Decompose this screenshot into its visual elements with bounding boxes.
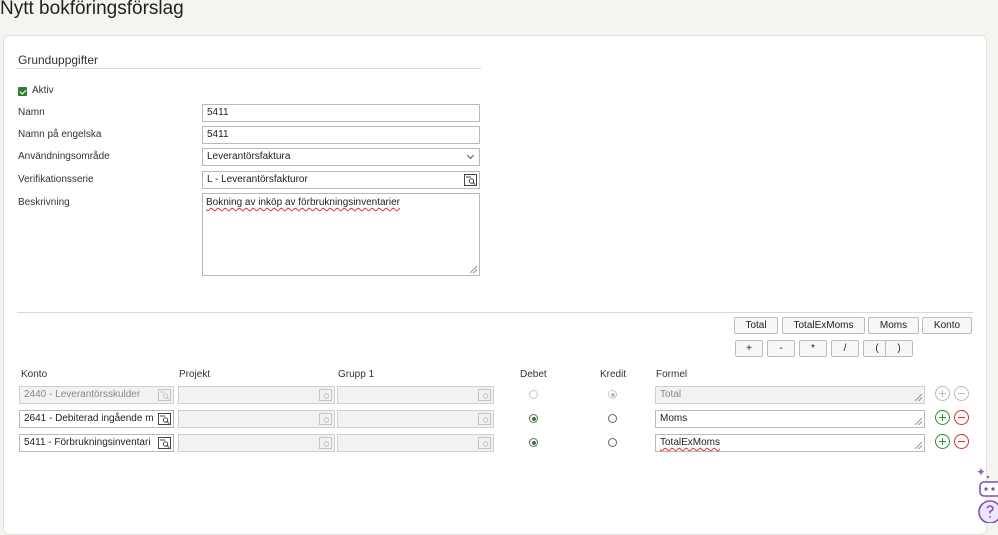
lookup-icon	[478, 413, 491, 425]
active-label: Aktiv	[32, 85, 54, 96]
formula-total-button[interactable]: Total	[734, 317, 778, 334]
row-2-grupp-field	[337, 410, 494, 428]
resize-handle-icon	[915, 394, 922, 401]
lookup-icon	[158, 389, 171, 401]
series-value: L - Leverantörsfakturor	[207, 174, 308, 185]
row-3-kredit-radio[interactable]	[608, 438, 617, 447]
row-3-debet-radio[interactable]	[529, 438, 538, 447]
row-3-remove-icon[interactable]	[954, 434, 969, 449]
lookup-icon	[478, 437, 491, 449]
row-2-remove-icon[interactable]	[954, 410, 969, 425]
column-header-konto: Konto	[21, 369, 48, 380]
lookup-icon	[319, 389, 332, 401]
row-1-remove-icon	[954, 386, 969, 401]
row-2-add-icon[interactable]	[935, 410, 950, 425]
booking-proposal-panel: Grunduppgifter Aktiv Namn 5411 Namn på e…	[3, 35, 987, 535]
section-title: Grunduppgifter	[18, 53, 99, 67]
formula-totalexmoms-button[interactable]: TotalExMoms	[782, 317, 865, 334]
row-1-projekt-field	[178, 386, 335, 404]
usage-label: Användningsområde	[18, 151, 110, 162]
row-2-formel-value: Moms	[660, 413, 688, 424]
formula-konto-button[interactable]: Konto	[922, 317, 972, 334]
chevron-down-icon	[466, 151, 475, 160]
row-1-konto-field: 2440 - Leverantörsskulder	[19, 386, 174, 404]
row-1-formel-value: Total	[660, 389, 682, 400]
series-lookup-field[interactable]: L - Leverantörsfakturor	[202, 171, 480, 189]
formula-moms-button[interactable]: Moms	[868, 317, 919, 334]
row-2-kredit-radio[interactable]	[608, 414, 617, 423]
row-1-add-icon	[935, 386, 950, 401]
row-1-debet-radio	[529, 390, 538, 399]
row-2-debet-radio[interactable]	[529, 414, 538, 423]
page-title: Nytt bokföringsförslag	[0, 0, 184, 19]
row-2-konto-field[interactable]: 2641 - Debiterad ingående m	[19, 410, 174, 428]
lookup-icon[interactable]	[158, 437, 171, 449]
row-3-formel-value: TotalExMoms	[660, 437, 721, 448]
row-1-grupp-field	[337, 386, 494, 404]
lookup-icon[interactable]	[464, 174, 477, 186]
name-en-input[interactable]: 5411	[202, 126, 480, 144]
name-en-label: Namn på engelska	[18, 129, 102, 140]
operator-paren-close-button[interactable]: )	[885, 340, 913, 357]
row-3-konto-field[interactable]: 5411 - Förbrukningsinventari	[19, 434, 174, 452]
row-1-kredit-radio	[608, 390, 617, 399]
name-label: Namn	[18, 107, 45, 118]
form-divider	[17, 312, 973, 313]
column-header-debet: Debet	[520, 369, 547, 380]
operator-multiply-button[interactable]: *	[799, 340, 827, 357]
section-divider	[17, 68, 481, 69]
column-header-projekt: Projekt	[179, 369, 211, 380]
operator-minus-button[interactable]: -	[767, 340, 795, 357]
operator-plus-button[interactable]: +	[735, 340, 763, 357]
row-2-formel-field[interactable]: Moms	[655, 410, 925, 428]
resize-handle-icon[interactable]	[915, 442, 922, 449]
lookup-icon[interactable]	[158, 413, 171, 425]
row-3-grupp-field	[337, 434, 494, 452]
column-header-formel: Formel	[656, 369, 688, 380]
assistant-robot-icon[interactable]	[972, 462, 998, 523]
operator-divide-button[interactable]: /	[831, 340, 859, 357]
active-checkbox[interactable]	[18, 87, 27, 96]
lookup-icon	[478, 389, 491, 401]
row-1-formel-field: Total	[655, 386, 925, 404]
description-label: Beskrivning	[18, 197, 70, 208]
row-2-projekt-field	[178, 410, 335, 428]
lookup-icon	[319, 413, 332, 425]
row-1-konto-value: 2440 - Leverantörsskulder	[24, 389, 141, 400]
lookup-icon	[319, 437, 332, 449]
resize-handle-icon[interactable]	[470, 266, 477, 273]
description-textarea[interactable]: Bokning av inköp av förbrukningsinventar…	[202, 193, 480, 276]
name-input[interactable]: 5411	[202, 104, 480, 122]
row-3-projekt-field	[178, 434, 335, 452]
column-header-kredit: Kredit	[600, 369, 627, 380]
usage-select-value: Leverantörsfaktura	[207, 151, 291, 162]
usage-select[interactable]: Leverantörsfaktura	[202, 148, 480, 166]
resize-handle-icon[interactable]	[915, 418, 922, 425]
row-3-konto-value: 5411 - Förbrukningsinventari	[24, 437, 151, 448]
series-label: Verifikationsserie	[18, 174, 94, 185]
row-3-formel-field[interactable]: TotalExMoms	[655, 434, 925, 452]
row-3-add-icon[interactable]	[935, 434, 950, 449]
column-header-grupp: Grupp 1	[338, 369, 375, 380]
row-2-konto-value: 2641 - Debiterad ingående m	[24, 413, 154, 424]
description-text: Bokning av inköp av förbrukningsinventar…	[206, 197, 400, 208]
